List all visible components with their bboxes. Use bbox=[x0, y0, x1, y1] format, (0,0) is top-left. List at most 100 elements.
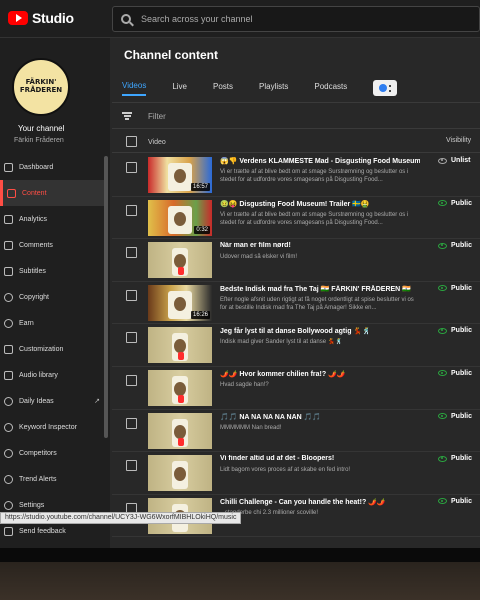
table-row[interactable]: 🌶️🌶️ Hvor kommer chilien fra!? 🌶️🌶️ Hvad… bbox=[112, 367, 480, 410]
channel-avatar[interactable]: FÄRKIN' FRÅDEREN bbox=[12, 58, 70, 116]
visibility-status[interactable]: Public bbox=[438, 242, 472, 249]
sidebar-item-comments[interactable]: Comments bbox=[0, 232, 104, 258]
video-title[interactable]: 😱👎 Verdens KLAMMESTE Mad - Disgusting Fo… bbox=[220, 157, 420, 165]
customization-icon bbox=[4, 344, 13, 354]
tab-posts[interactable]: Posts bbox=[213, 82, 233, 95]
video-duration: 16:26 bbox=[190, 310, 210, 319]
filter-bar[interactable]: Filter bbox=[122, 108, 166, 124]
sidebar-item-label: Comments bbox=[19, 241, 53, 249]
sidebar-item-earn[interactable]: Earn bbox=[0, 310, 104, 336]
shorts-icon bbox=[178, 352, 184, 361]
video-description: Indisk mad giver Sander lyst til at dans… bbox=[220, 339, 343, 346]
video-thumbnail[interactable] bbox=[148, 455, 212, 492]
row-checkbox[interactable] bbox=[126, 247, 137, 259]
table-row[interactable]: 16:26 Bedste Indisk mad fra The Taj 🇮🇳 F… bbox=[112, 282, 480, 325]
video-thumbnail[interactable] bbox=[148, 327, 212, 364]
video-title[interactable]: Jeg får lyst til at danse Bollywood agti… bbox=[220, 327, 420, 335]
tab-podcasts[interactable]: Podcasts bbox=[314, 82, 347, 95]
sidebar-scrollbar[interactable] bbox=[104, 156, 108, 438]
divider bbox=[112, 102, 480, 103]
video-duration: 16:57 bbox=[190, 183, 210, 191]
table-row[interactable]: 16:57 😱👎 Verdens KLAMMESTE Mad - Disgust… bbox=[112, 154, 480, 197]
table-row[interactable]: Når man er film nørd! Udover mad så elsk… bbox=[112, 239, 480, 282]
video-thumbnail[interactable]: 16:26 bbox=[148, 284, 212, 321]
video-thumbnail[interactable] bbox=[148, 412, 212, 449]
sidebar-item-customization[interactable]: Customization bbox=[0, 336, 104, 362]
unlisted-eye-icon bbox=[438, 157, 447, 164]
visibility-status[interactable]: Public bbox=[438, 498, 472, 505]
table-row[interactable]: 0:32 🤢😝 Disgusting Food Museum! Trailer … bbox=[112, 197, 480, 240]
sidebar-item-label: Content bbox=[22, 189, 47, 197]
search-input[interactable] bbox=[141, 14, 441, 24]
tab-playlists[interactable]: Playlists bbox=[259, 82, 288, 95]
visibility-status[interactable]: Public bbox=[438, 455, 472, 462]
filter-icon[interactable] bbox=[122, 112, 132, 120]
copyright-icon bbox=[4, 292, 13, 302]
search-icon[interactable] bbox=[121, 14, 131, 24]
table-row[interactable]: 🎵🎵 NA NA NA NA NAN 🎵🎵 MMMMMM Nan bread! … bbox=[112, 410, 480, 453]
sidebar-item-analytics[interactable]: Analytics bbox=[0, 206, 104, 232]
row-checkbox[interactable] bbox=[126, 204, 137, 216]
video-description: MMMMMM Nan bread! bbox=[220, 424, 282, 431]
studio-window: Studio FÄRKIN' FRÅDEREN Your channel Fär… bbox=[0, 0, 480, 548]
top-bar: Studio bbox=[0, 0, 480, 38]
video-title[interactable]: 🤢😝 Disgusting Food Museum! Trailer 🇸🇪🤮 bbox=[220, 200, 420, 208]
desk-surface bbox=[0, 562, 480, 600]
public-eye-icon bbox=[438, 370, 447, 377]
table-row[interactable]: Jeg får lyst til at danse Bollywood agti… bbox=[112, 324, 480, 367]
sidebar-item-label: Customization bbox=[19, 345, 64, 353]
public-eye-icon bbox=[438, 327, 447, 334]
video-title[interactable]: Chilli Challenge - Can you handle the he… bbox=[220, 498, 420, 506]
visibility-status[interactable]: Public bbox=[438, 413, 472, 420]
visibility-status[interactable]: Public bbox=[438, 200, 472, 207]
sidebar-item-dashboard[interactable]: Dashboard bbox=[0, 154, 104, 180]
tab-live[interactable]: Live bbox=[172, 82, 187, 95]
table-header: Video Visibility bbox=[112, 134, 480, 152]
visibility-status[interactable]: Public bbox=[438, 327, 472, 334]
row-checkbox[interactable] bbox=[126, 162, 137, 173]
visibility-status[interactable]: Public bbox=[438, 285, 472, 292]
row-checkbox[interactable] bbox=[126, 374, 137, 386]
sidebar-item-label: Trend Alerts bbox=[19, 475, 57, 483]
row-checkbox[interactable] bbox=[126, 289, 137, 301]
sidebar-item-label: Analytics bbox=[19, 215, 48, 223]
sidebar-item-daily-ideas[interactable]: Daily Ideas ↗ bbox=[0, 388, 104, 414]
table-row[interactable]: Vi finder altid ud af det - Bloopers! Li… bbox=[112, 452, 480, 495]
shorts-icon bbox=[178, 394, 184, 403]
sidebar-item-copyright[interactable]: Copyright bbox=[0, 284, 104, 310]
video-title[interactable]: Bedste Indisk mad fra The Taj 🇮🇳 FÄRKIN'… bbox=[220, 285, 420, 293]
subtitles-icon bbox=[4, 266, 13, 276]
row-checkbox[interactable] bbox=[126, 332, 137, 344]
sidebar-item-subtitles[interactable]: Subtitles bbox=[0, 258, 104, 284]
sidebar-item-competitors[interactable]: Competitors bbox=[0, 440, 104, 466]
column-header-video[interactable]: Video bbox=[148, 139, 166, 146]
column-header-visibility[interactable]: Visibility bbox=[446, 137, 471, 144]
visibility-status[interactable]: Unlist bbox=[438, 157, 470, 164]
video-thumbnail[interactable]: 0:32 bbox=[148, 199, 212, 236]
sidebar-item-keyword-inspector[interactable]: Keyword Inspector bbox=[0, 414, 104, 440]
settings-icon bbox=[4, 500, 13, 510]
video-title[interactable]: 🌶️🌶️ Hvor kommer chilien fra!? 🌶️🌶️ bbox=[220, 370, 420, 378]
video-description: Vi er trætte af at blive bedt om at smag… bbox=[220, 211, 409, 226]
search-bar[interactable] bbox=[112, 6, 480, 32]
visibility-status[interactable]: Public bbox=[438, 370, 472, 377]
video-title[interactable]: Når man er film nørd! bbox=[220, 242, 420, 249]
video-thumbnail[interactable] bbox=[148, 242, 212, 279]
video-title[interactable]: 🎵🎵 NA NA NA NA NAN 🎵🎵 bbox=[220, 413, 420, 421]
sidebar-item-content[interactable]: Content bbox=[0, 180, 104, 206]
sidebar-item-trend-alerts[interactable]: Trend Alerts bbox=[0, 466, 104, 492]
browser-extension-button[interactable] bbox=[373, 80, 398, 96]
video-thumbnail[interactable] bbox=[148, 369, 212, 406]
studio-logo[interactable]: Studio bbox=[8, 10, 74, 26]
visibility-label: Public bbox=[451, 242, 473, 250]
filter-label: Filter bbox=[148, 111, 166, 121]
video-thumbnail[interactable]: 16:57 bbox=[148, 157, 212, 193]
sidebar-item-audio-library[interactable]: Audio library bbox=[0, 362, 104, 388]
video-title[interactable]: Vi finder altid ud af det - Bloopers! bbox=[220, 455, 420, 462]
select-all-checkbox[interactable] bbox=[126, 136, 137, 147]
content-icon bbox=[7, 188, 16, 198]
row-checkbox[interactable] bbox=[126, 460, 137, 472]
content-tabs: Videos Live Posts Playlists Podcasts bbox=[122, 78, 398, 98]
tab-videos[interactable]: Videos bbox=[122, 81, 147, 96]
row-checkbox[interactable] bbox=[126, 417, 137, 429]
